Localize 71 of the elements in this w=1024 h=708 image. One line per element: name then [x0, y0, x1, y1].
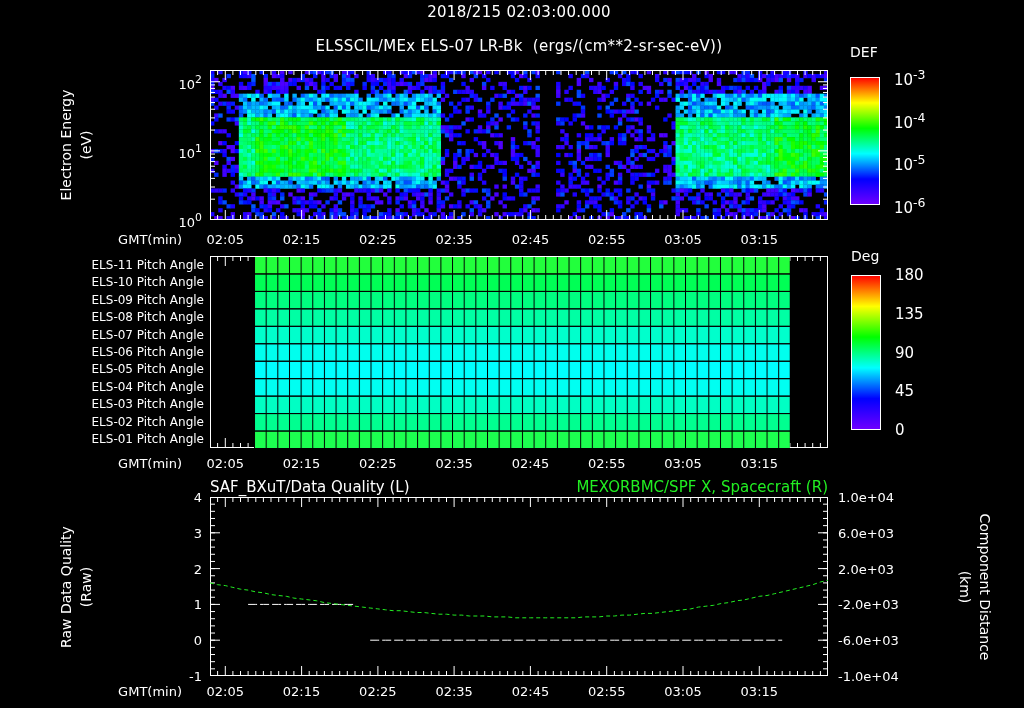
- row-label: ELS-03 Pitch Angle: [91, 397, 204, 412]
- row-label: ELS-06 Pitch Angle: [91, 345, 204, 359]
- x-tick-label: 02:55: [588, 684, 626, 700]
- y-tick-label: -1.0e+04: [838, 668, 899, 684]
- x-tick-label: 02:25: [359, 232, 397, 248]
- y-tick-label: 6.0e+03: [838, 525, 895, 541]
- row-label: ELS-04 Pitch Angle: [91, 379, 204, 394]
- y-tick-label: 10$^{0}$: [178, 210, 202, 230]
- colorbar-label: 45: [895, 382, 915, 400]
- y-tick-label: 2.0e+03: [838, 561, 895, 577]
- x-tick-label: 02:45: [511, 684, 550, 700]
- colorbar-title: DEF: [850, 44, 879, 60]
- x-tick-label: 03:15: [740, 456, 779, 472]
- x-tick-label: 03:05: [664, 232, 702, 248]
- colorbar-label: 10$^{-3}$: [894, 65, 926, 89]
- x-tick-label: 02:25: [359, 456, 397, 472]
- row-label: ELS-01 Pitch Angle: [91, 432, 204, 447]
- colorbar-label: 10$^{-5}$: [894, 150, 926, 174]
- y-axis-label: Raw Data Quality (Raw): [57, 525, 95, 648]
- y-axis-label: Electron Energy (eV): [57, 89, 95, 201]
- y-tick-label: -2.0e+03: [838, 596, 899, 612]
- x-tick-label: 03:05: [664, 456, 702, 472]
- row-label: ELS-07 Pitch Angle: [91, 327, 204, 342]
- y-tick-label: 1: [193, 596, 202, 612]
- series-title: MEXORBMC/SPF X, Spacecraft (R): [576, 478, 828, 497]
- series-title: SAF_BXuT/Data Quality (L): [210, 478, 410, 497]
- colorbar-label: 10$^{-4}$: [894, 108, 926, 132]
- colorbar-label: 0: [895, 421, 905, 439]
- x-tick-label: 02:15: [282, 684, 321, 700]
- colorbar-label: 180: [895, 266, 924, 284]
- y-tick-label: -6.0e+03: [838, 632, 899, 648]
- x-tick-label: 02:35: [435, 456, 473, 472]
- x-axis-label: GMT(min): [118, 456, 182, 472]
- row-label: ELS-09 Pitch Angle: [91, 292, 204, 307]
- row-label: ELS-02 Pitch Angle: [91, 414, 204, 429]
- colorbar-label: 135: [895, 305, 924, 323]
- row-label: ELS-11 Pitch Angle: [91, 257, 204, 272]
- x-tick-label: 02:35: [435, 232, 473, 248]
- x-tick-label: 02:55: [588, 232, 626, 248]
- colorbar-label: 10$^{-6}$: [894, 193, 926, 217]
- x-tick-label: 02:45: [511, 456, 550, 472]
- colorbar-label: 90: [895, 344, 915, 361]
- x-tick-label: 03:15: [740, 684, 779, 700]
- colorbar-title: Deg: [851, 248, 881, 264]
- y-tick-label: 10$^{2}$: [178, 72, 202, 92]
- x-tick-label: 02:15: [282, 232, 321, 248]
- y-tick-label: 0: [193, 632, 202, 648]
- x-tick-label: 02:35: [435, 684, 473, 700]
- row-label: ELS-10 Pitch Angle: [91, 275, 204, 290]
- y-tick-label: -1: [189, 668, 202, 684]
- x-tick-label: 02:55: [588, 456, 626, 472]
- y-tick-label: 3: [193, 525, 202, 541]
- x-tick-label: 02:05: [206, 684, 244, 700]
- x-tick-label: 02:15: [282, 456, 321, 472]
- y-tick-label: 1.0e+04: [838, 489, 895, 505]
- y-tick-label: 4: [193, 489, 202, 505]
- y-tick-label: 2: [193, 561, 202, 577]
- row-label: ELS-08 Pitch Angle: [91, 310, 204, 325]
- y-tick-label: 10$^{1}$: [178, 141, 202, 161]
- x-axis-label: GMT(min): [118, 232, 182, 248]
- x-tick-label: 02:25: [359, 684, 397, 700]
- x-tick-label: 03:15: [740, 232, 779, 248]
- x-tick-label: 03:05: [664, 684, 702, 700]
- plot-title: ELSSCIL/MEx ELS-07 LR-Bk (ergs/(cm**2-sr-sec-eV)): [315, 37, 723, 55]
- x-tick-label: 02:45: [511, 232, 550, 248]
- x-tick-label: 02:05: [206, 456, 244, 472]
- plot-date: 2018/215 02:03:00.000: [427, 3, 611, 21]
- x-axis-label: GMT(min): [118, 684, 182, 700]
- y-axis-label: Component Distance (km): [956, 512, 994, 662]
- row-label: ELS-05 Pitch Angle: [91, 362, 204, 377]
- x-tick-label: 02:05: [206, 232, 244, 248]
